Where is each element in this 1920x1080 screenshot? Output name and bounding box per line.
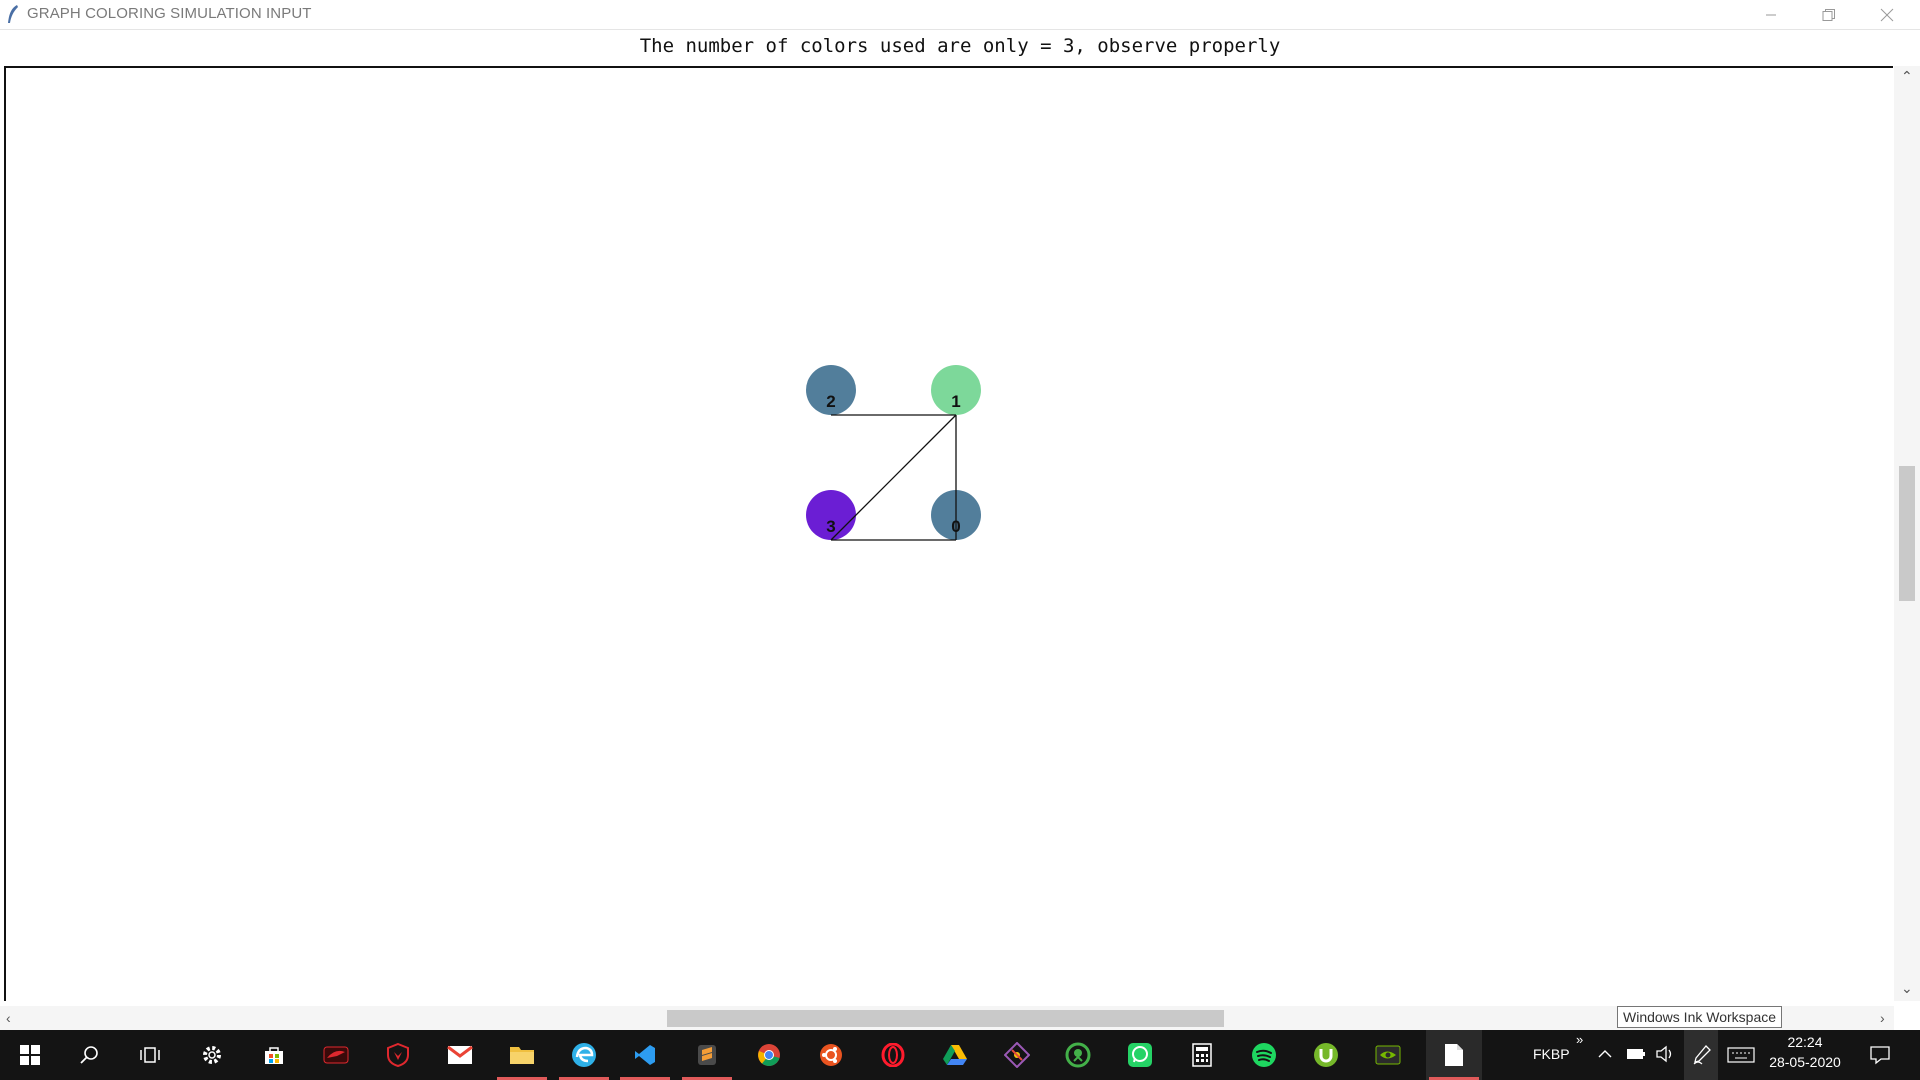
chrome-icon bbox=[757, 1043, 781, 1067]
vscode-taskbar-button[interactable] bbox=[617, 1030, 673, 1080]
graph-canvas[interactable]: 2 1 3 0 bbox=[4, 66, 1893, 1001]
google-drive-taskbar-button[interactable] bbox=[927, 1030, 983, 1080]
ink-workspace-button[interactable] bbox=[1684, 1030, 1718, 1080]
task-view-taskbar-button[interactable] bbox=[122, 1030, 178, 1080]
expand-chevrons-icon[interactable]: » bbox=[1576, 1032, 1583, 1047]
search-icon bbox=[78, 1044, 100, 1066]
settings-gear-taskbar-button[interactable] bbox=[184, 1030, 240, 1080]
calculator-taskbar-button[interactable] bbox=[1174, 1030, 1230, 1080]
minimize-button[interactable] bbox=[1742, 0, 1800, 29]
utorrent-taskbar-button[interactable] bbox=[1298, 1030, 1354, 1080]
scroll-right-arrow-icon[interactable]: › bbox=[1880, 1011, 1885, 1025]
google-drive-icon bbox=[942, 1044, 968, 1066]
ink-workspace-tooltip: Windows Ink Workspace bbox=[1617, 1006, 1783, 1028]
windows-start-taskbar-button[interactable] bbox=[2, 1030, 58, 1080]
minimize-icon bbox=[1766, 14, 1776, 15]
sublime-text-taskbar-button[interactable] bbox=[679, 1030, 735, 1080]
edge-taskbar-button[interactable] bbox=[556, 1030, 612, 1080]
microsoft-store-icon bbox=[262, 1043, 286, 1067]
ubuntu-taskbar-button[interactable] bbox=[803, 1030, 859, 1080]
scroll-up-arrow-icon[interactable]: ⌃ bbox=[1901, 69, 1913, 83]
graph-node-label-2: 2 bbox=[826, 392, 835, 411]
anaconda-navigator-taskbar-button[interactable] bbox=[1050, 1030, 1106, 1080]
pen-icon bbox=[1693, 1045, 1711, 1065]
nvidia-taskbar-button[interactable] bbox=[1360, 1030, 1416, 1080]
battery-icon[interactable] bbox=[1626, 1047, 1646, 1061]
scroll-left-arrow-icon[interactable]: ‹ bbox=[6, 1011, 11, 1025]
utorrent-icon bbox=[1313, 1042, 1339, 1068]
nvidia-icon bbox=[1375, 1045, 1401, 1065]
spotify-icon bbox=[1251, 1042, 1277, 1068]
search-taskbar-button[interactable] bbox=[61, 1030, 117, 1080]
task-view-icon bbox=[139, 1044, 161, 1066]
action-center-icon[interactable] bbox=[1869, 1045, 1891, 1065]
clock-date: 28-05-2020 bbox=[1769, 1054, 1841, 1070]
file-explorer-taskbar-button[interactable] bbox=[494, 1030, 550, 1080]
msi-dragon-center-icon bbox=[323, 1044, 349, 1066]
show-hidden-icons-icon[interactable] bbox=[1598, 1049, 1612, 1059]
anaconda-navigator-icon bbox=[1065, 1042, 1091, 1068]
file-explorer-icon bbox=[509, 1044, 535, 1066]
close-icon bbox=[1880, 8, 1894, 21]
keyboard-layout-indicator[interactable]: FKBP bbox=[1533, 1046, 1570, 1062]
feather-app-icon bbox=[8, 5, 18, 23]
gmail-taskbar-button[interactable] bbox=[432, 1030, 488, 1080]
ubuntu-icon bbox=[819, 1043, 843, 1067]
spotify-taskbar-button[interactable] bbox=[1236, 1030, 1292, 1080]
vertical-scrollbar[interactable]: ⌃ ⌄ bbox=[1894, 66, 1920, 1001]
git-tool-taskbar-button[interactable] bbox=[989, 1030, 1045, 1080]
chrome-taskbar-button[interactable] bbox=[741, 1030, 797, 1080]
restore-button[interactable] bbox=[1800, 0, 1858, 29]
vertical-scroll-thumb[interactable] bbox=[1899, 466, 1915, 601]
touch-keyboard-icon[interactable] bbox=[1727, 1047, 1755, 1063]
graph-node-label-0: 0 bbox=[951, 517, 960, 536]
whatsapp-icon bbox=[1127, 1042, 1153, 1068]
taskbar-clock[interactable]: 22:24 28-05-2020 bbox=[1760, 1032, 1850, 1072]
msi-shield-icon bbox=[387, 1043, 409, 1067]
opera-taskbar-button[interactable] bbox=[865, 1030, 921, 1080]
windows-taskbar: FKBP » 22:24 28-05-2020 bbox=[0, 1030, 1920, 1080]
gmail-icon bbox=[447, 1045, 473, 1065]
window-titlebar: GRAPH COLORING SIMULATION INPUT bbox=[0, 0, 1920, 30]
microsoft-store-taskbar-button[interactable] bbox=[246, 1030, 302, 1080]
windows-start-icon bbox=[19, 1044, 41, 1066]
close-button[interactable] bbox=[1858, 0, 1916, 29]
scroll-down-arrow-icon[interactable]: ⌄ bbox=[1901, 981, 1913, 995]
window-title: GRAPH COLORING SIMULATION INPUT bbox=[27, 5, 312, 22]
notepad-taskbar-button[interactable] bbox=[1426, 1030, 1482, 1080]
volume-icon[interactable] bbox=[1655, 1045, 1675, 1063]
msi-shield-taskbar-button[interactable] bbox=[370, 1030, 426, 1080]
msi-dragon-center-taskbar-button[interactable] bbox=[308, 1030, 364, 1080]
horizontal-scrollbar[interactable]: ‹ › bbox=[0, 1006, 1894, 1030]
graph-node-label-1: 1 bbox=[951, 392, 960, 411]
sublime-text-icon bbox=[696, 1043, 718, 1067]
vscode-icon bbox=[633, 1043, 657, 1067]
graph-drawing: 2 1 3 0 bbox=[806, 365, 981, 541]
graph-node-label-3: 3 bbox=[826, 517, 835, 536]
settings-gear-icon bbox=[200, 1043, 224, 1067]
calculator-icon bbox=[1192, 1043, 1212, 1067]
git-tool-icon bbox=[1004, 1042, 1030, 1068]
edge-icon bbox=[571, 1042, 597, 1068]
notepad-icon bbox=[1444, 1043, 1464, 1067]
restore-icon bbox=[1822, 8, 1835, 21]
whatsapp-taskbar-button[interactable] bbox=[1112, 1030, 1168, 1080]
clock-time: 22:24 bbox=[1787, 1034, 1823, 1050]
horizontal-scroll-thumb[interactable] bbox=[667, 1010, 1224, 1027]
colors-used-message: The number of colors used are only = 3, … bbox=[639, 35, 1281, 57]
opera-icon bbox=[881, 1043, 905, 1067]
